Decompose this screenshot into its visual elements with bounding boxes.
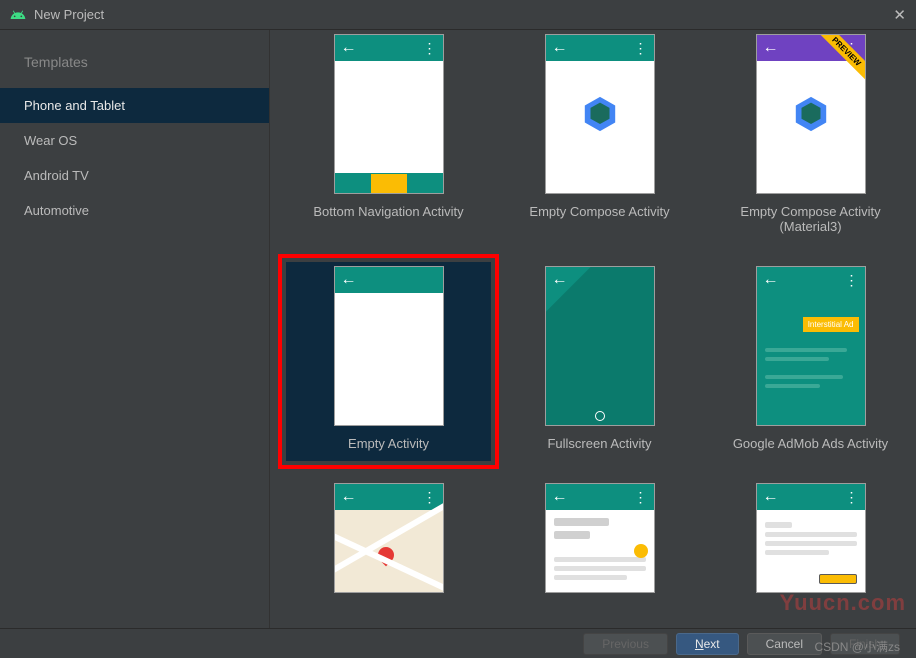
ad-badge: Interstitial Ad [803,317,859,332]
template-label: Google AdMob Ads Activity [731,426,890,457]
sidebar-item-automotive[interactable]: Automotive [0,193,269,228]
back-arrow-icon: ← [552,488,568,506]
more-icon: ⋮ [845,489,859,506]
template-list-star[interactable]: ←⋮ [497,479,702,597]
more-icon: ⋮ [423,40,437,57]
titlebar: New Project ✕ [0,0,916,30]
template-label: Empty Activity [346,426,431,457]
template-label: Bottom Navigation Activity [311,194,465,225]
back-arrow-icon: ← [341,488,357,506]
template-label: Fullscreen Activity [545,426,653,457]
template-maps[interactable]: ←⋮ [286,479,491,597]
template-thumbnail: ← ⋮ Interstitial Ad [756,266,866,426]
window-title: New Project [34,7,104,22]
action-button-icon [819,574,857,584]
template-thumbnail: ←⛶ [545,266,655,426]
sidebar: Templates Phone and Tablet Wear OS Andro… [0,30,270,628]
more-icon: ⋮ [634,40,648,57]
compose-cube-icon [792,95,830,133]
sidebar-header: Templates [0,54,269,88]
back-arrow-icon: ← [552,39,568,57]
sidebar-item-phone-tablet[interactable]: Phone and Tablet [0,88,269,123]
next-button[interactable]: Next [676,633,739,655]
template-fullscreen[interactable]: ←⛶ Fullscreen Activity [497,262,702,461]
star-icon [634,544,648,558]
cancel-button[interactable]: Cancel [747,633,822,655]
template-admob[interactable]: ← ⋮ Interstitial Ad Google AdMob Ads Acti… [708,262,913,461]
template-label: Empty Compose Activity [527,194,671,225]
back-arrow-icon: ← [763,39,779,57]
more-icon: ⋮ [423,489,437,506]
template-thumbnail: ←⋮ [334,34,444,194]
template-thumbnail: ←⋮ [334,483,444,593]
back-arrow-icon: ← [763,488,779,506]
wizard-footer: Previous Next Cancel Finish [0,628,916,658]
template-empty-compose-m3[interactable]: ←⋮ PREVIEW Empty Compose Activity (Mater… [708,30,913,244]
android-icon [10,7,26,23]
sidebar-item-android-tv[interactable]: Android TV [0,158,269,193]
template-thumbnail: ←⋮ [756,483,866,593]
template-empty-activity[interactable]: ← Empty Activity [286,262,491,461]
back-arrow-icon: ← [552,271,568,289]
template-thumbnail: ←⋮ PREVIEW [756,34,866,194]
map-pin-icon [374,544,397,567]
close-icon[interactable]: ✕ [893,6,906,24]
back-arrow-icon: ← [341,271,357,289]
back-arrow-icon: ← [763,271,779,289]
template-thumbnail: ←⋮ [545,34,655,194]
home-icon [595,411,605,421]
template-empty-compose[interactable]: ←⋮ Empty Compose Activity [497,30,702,244]
template-bottom-navigation[interactable]: ←⋮ Bottom Navigation Activity [286,30,491,244]
template-list-btn[interactable]: ←⋮ [708,479,913,597]
previous-button: Previous [583,633,668,655]
compose-cube-icon [581,95,619,133]
sidebar-item-wear-os[interactable]: Wear OS [0,123,269,158]
template-thumbnail: ← [334,266,444,426]
template-gallery: ←⋮ Bottom Navigation Activity ←⋮ Empty C… [270,30,916,628]
template-label: Empty Compose Activity (Material3) [712,194,909,240]
finish-button: Finish [830,633,900,655]
template-thumbnail: ←⋮ [545,483,655,593]
more-icon: ⋮ [634,489,648,506]
more-icon: ⋮ [845,272,859,289]
back-arrow-icon: ← [341,39,357,57]
